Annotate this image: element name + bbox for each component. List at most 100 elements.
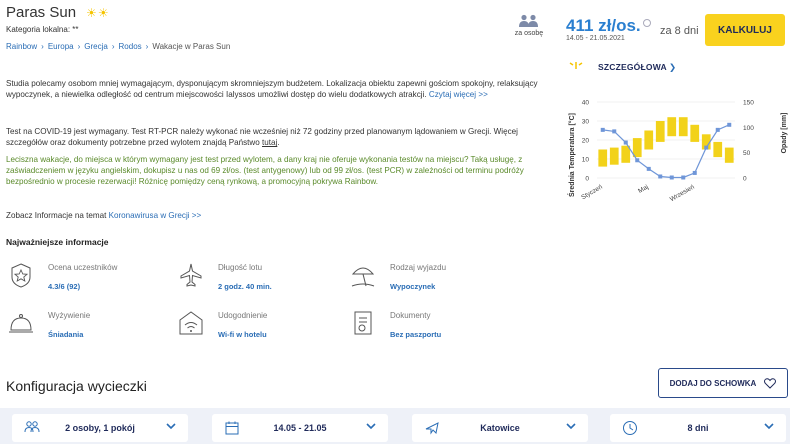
food-cloche-icon: [9, 314, 33, 333]
calculate-button[interactable]: KALKULUJ: [705, 14, 785, 46]
chevron-down-icon: [366, 423, 376, 430]
temperature-bar: [713, 141, 723, 158]
persons-selector[interactable]: za osobę: [512, 14, 546, 37]
y-tick-label-left: 30: [582, 119, 590, 126]
info-icon[interactable]: [642, 19, 651, 27]
x-tick-label: Wrzesień: [669, 183, 696, 203]
y-tick-label-left: 10: [582, 157, 590, 164]
breadcrumb-item[interactable]: Rainbow: [6, 42, 37, 51]
y-tick-label-left: 0: [585, 176, 589, 183]
config-value: 2 osoby, 1 pokój: [65, 423, 135, 433]
info-item-flight: Długość lotu 2 godz. 40 min.: [178, 262, 328, 302]
add-to-favorites-label: DODAJ DO SCHOWKA: [669, 378, 757, 388]
offer-header: Paras Sun ☀ ☀ Kategoria lokalna: ** Rainb…: [0, 0, 790, 60]
config-value: Katowice: [480, 423, 520, 433]
chevron-down-icon: [764, 423, 774, 430]
corona-info-text: Zobacz Informacje na temat: [6, 211, 109, 220]
breadcrumb-item[interactable]: Europa: [48, 42, 74, 51]
y-tick-label-left: 40: [582, 100, 590, 107]
chevron-down-icon: [566, 423, 576, 430]
sun-rating: ☀ ☀: [86, 7, 109, 19]
description-paragraph: Studia polecamy osobom mniej wymagającym…: [6, 78, 546, 100]
info-label: Długość lotu: [218, 263, 263, 272]
persons-label: za osobę: [514, 30, 544, 37]
info-value: Bez paszportu: [390, 330, 442, 339]
temperature-bar: [609, 147, 619, 165]
rainfall-point: [715, 127, 720, 132]
rainfall-point: [669, 175, 674, 180]
config-departure-select[interactable]: Katowice: [412, 414, 588, 442]
temperature-bar: [632, 138, 642, 158]
info-value: Wi-fi w hotelu: [218, 330, 267, 339]
chevron-right-icon: ›: [77, 42, 81, 51]
info-item-amenity: Udogodnienie Wi-fi w hotelu: [178, 310, 328, 350]
y-tick-label-right: 0: [743, 176, 747, 183]
temperature-bar: [667, 117, 677, 137]
temperature-bar: [690, 124, 700, 142]
corona-info-link[interactable]: Koronawirusa w Grecji >>: [109, 211, 202, 220]
y-tick-label-right: 100: [743, 125, 754, 132]
rainfall-point: [612, 129, 617, 134]
chevron-right-icon: ›: [111, 42, 115, 51]
chevron-right-icon: ›: [41, 42, 44, 51]
rainfall-point: [600, 127, 605, 132]
config-value: 8 dni: [687, 423, 709, 433]
rainfall-point: [635, 158, 640, 163]
y-tick-label-left: 20: [582, 138, 590, 145]
info-item-meals: Wyżywienie Śniadania: [8, 310, 158, 350]
y-tick-label-right: 50: [743, 150, 751, 157]
config-persons-select[interactable]: 2 osoby, 1 pokój: [12, 414, 188, 442]
config-duration-select[interactable]: 8 dni: [610, 414, 786, 442]
y-axis-label-right: Opady [mm]: [781, 113, 788, 154]
hotel-name: Paras Sun: [6, 4, 77, 21]
price-dates: 14.05 - 21.05.2021: [566, 35, 625, 42]
covid-paragraph: Test na COVID-19 jest wymagany. Test RT-…: [6, 126, 546, 148]
temperature-bar: [644, 130, 654, 150]
local-category: Kategoria lokalna: **: [6, 25, 79, 34]
breadcrumb-item[interactable]: Grecja: [84, 42, 108, 51]
info-value: Śniadania: [48, 330, 84, 339]
read-more-link[interactable]: Czytaj więcej >>: [429, 90, 488, 99]
rainfall-point: [692, 170, 697, 175]
rainfall-point: [681, 175, 686, 180]
trip-days: za 8 dni: [660, 25, 699, 37]
add-to-favorites-button[interactable]: DODAJ DO SCHOWKA: [658, 368, 788, 398]
y-axis-label-left: Średnia Temperatura [°C]: [567, 113, 576, 197]
x-tick-label: Maj: [637, 184, 650, 195]
sun-icon: ☀: [86, 5, 97, 20]
rainfall-point: [658, 174, 663, 179]
info-label: Udogodnienie: [218, 311, 268, 320]
temperature-bar: [724, 147, 734, 163]
breadcrumb: Rainbow › Europa › Grecja › Rodos › Waka…: [6, 42, 230, 51]
config-dates-select[interactable]: 14.05 - 21.05: [212, 414, 388, 442]
config-title: Konfiguracja wycieczki: [6, 378, 147, 394]
people-icon: [519, 14, 538, 27]
sun-icon: ☀: [97, 5, 109, 20]
info-label: Dokumenty: [390, 311, 431, 320]
price-box: 411 zł/os. 14.05 - 21.05.2021: [566, 16, 651, 42]
info-item-trip-type: Rodzaj wyjazdu Wypoczynek: [350, 262, 500, 302]
covid-details-link[interactable]: tutaj: [262, 138, 277, 147]
price: 411 zł/os.: [566, 16, 641, 35]
temperature-bar: [598, 149, 608, 167]
star-badge-icon: [11, 263, 31, 288]
rainfall-point: [646, 166, 651, 171]
info-label: Wyżywienie: [48, 311, 91, 320]
x-tick-label: Styczeń: [580, 183, 604, 201]
temperature-bar: [678, 117, 688, 137]
chevron-down-icon: [166, 423, 176, 430]
breadcrumb-item[interactable]: Rodos: [119, 42, 142, 51]
beach-umbrella-icon: [351, 267, 375, 287]
info-item-rating: Ocena uczestników 4.3/6 (92): [8, 262, 158, 302]
chevron-right-icon: ›: [145, 42, 149, 51]
corona-info-paragraph: Zobacz Informacje na temat Koronawirusa …: [6, 210, 546, 221]
rainfall-point: [727, 122, 732, 127]
y-tick-label-right: 150: [743, 100, 754, 107]
info-value: 2 godz. 40 min.: [218, 282, 272, 291]
info-label: Ocena uczestników: [48, 263, 118, 272]
temperature-bar: [655, 121, 665, 142]
covid-text-end: .: [277, 138, 280, 148]
info-value[interactable]: 4.3/6 (92): [48, 282, 80, 291]
info-label: Rodzaj wyjazdu: [390, 263, 447, 272]
info-value: Wypoczynek: [390, 282, 436, 291]
